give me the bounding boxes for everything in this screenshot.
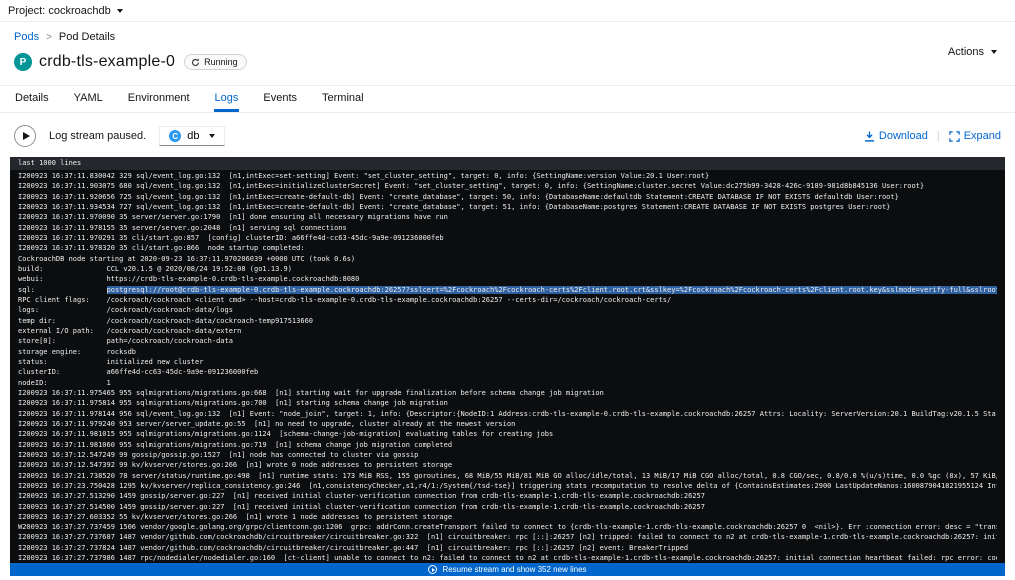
caret-down-icon [991,50,997,54]
log-stream-status: Log stream paused. [49,130,146,142]
container-selector-value: db [187,130,199,142]
log-line: I200923 16:37:11.920656 725 sql/event_lo… [18,192,997,202]
toolbar-link-separator: | [937,130,940,142]
log-line: I200923 16:37:11.970291 35 cli/start.go:… [18,233,997,243]
log-line: build: CCL v20.1.5 @ 2020/08/24 19:52:08… [18,264,997,274]
project-selector[interactable]: Project: cockroachdb [8,5,123,17]
play-circle-icon [428,565,437,574]
resume-stream-label: Resume stream and show 352 new lines [442,565,586,574]
log-toolbar-right: Download | Expand [864,130,1001,142]
play-button[interactable] [14,125,36,147]
log-line: temp dir: /cockroach/cockroach-data/cock… [18,316,997,326]
log-selection-highlight: postgresql://root@crdb-tls-example-0.crd… [107,286,997,294]
log-line: I200923 16:37:11.934534 727 sql/event_lo… [18,202,997,212]
log-line: I200923 16:37:11.978320 35 cli/start.go:… [18,243,997,253]
actions-dropdown[interactable]: Actions [948,46,997,58]
page-title: crdb-tls-example-0 [39,53,175,71]
log-line: CockroachDB node starting at 2020-09-23 … [18,254,997,264]
breadcrumb: Pods > Pod Details [14,31,999,43]
log-line: I200923 16:37:11.981060 955 sqlmigration… [18,440,997,450]
tab-events[interactable]: Events [262,86,298,112]
caret-down-icon [209,134,215,138]
log-line: I200923 16:37:11.830042 329 sql/event_lo… [18,171,997,181]
container-selector[interactable]: C db [159,126,225,146]
log-line: I200923 16:37:27.737824 1487 vendor/gith… [18,543,997,553]
log-line: I200923 16:37:23.750428 1295 kv/kvserver… [18,481,997,491]
log-line: I200923 16:37:21.738520 78 server/status… [18,471,997,481]
log-line: I200923 16:37:11.981015 955 sqlmigration… [18,429,997,439]
project-bar: Project: cockroachdb [0,0,1015,22]
expand-icon [949,131,960,142]
breadcrumb-pods-link[interactable]: Pods [14,31,39,43]
log-output[interactable]: I200923 16:37:11.830042 329 sql/event_lo… [10,170,1005,563]
log-line: clusterID: a66ffe4d-cc63-45dc-9a9e-09123… [18,367,997,377]
log-line: status: initialized new cluster [18,357,997,367]
project-selector-label: Project: cockroachdb [8,5,111,17]
log-toolbar: Log stream paused. C db Download | Expan… [14,123,1001,149]
log-line: I200923 16:37:27.737687 1487 vendor/gith… [18,532,997,542]
status-badge-label: Running [204,57,238,67]
log-line: I200923 16:37:11.975465 955 sqlmigration… [18,388,997,398]
play-icon [23,132,30,140]
tab-details[interactable]: Details [14,86,50,112]
actions-dropdown-label: Actions [948,46,984,58]
log-line: RPC client flags: /cockroach/cockroach <… [18,295,997,305]
tab-terminal[interactable]: Terminal [321,86,365,112]
pod-icon: P [14,53,32,71]
download-button[interactable]: Download [864,130,928,142]
log-line: I200923 16:37:27.737986 1487 rpc/nodedia… [18,553,997,563]
log-line: logs: /cockroach/cockroach-data/logs [18,305,997,315]
tab-yaml[interactable]: YAML [73,86,104,112]
log-line: W200923 16:37:27.737459 1506 vendor/goog… [18,522,997,532]
log-line: I200923 16:37:11.970090 35 server/server… [18,212,997,222]
resume-stream-button[interactable]: Resume stream and show 352 new lines [10,563,1005,576]
log-line: I200923 16:37:27.513290 1459 gossip/serv… [18,491,997,501]
breadcrumb-current: Pod Details [59,31,115,43]
breadcrumb-separator: > [46,32,52,43]
log-line: webui: https://crdb-tls-example-0.crdb-t… [18,274,997,284]
tab-environment[interactable]: Environment [127,86,191,112]
log-line: I200923 16:37:11.978155 35 server/server… [18,223,997,233]
log-line-count: last 1000 lines [10,157,1005,170]
log-line: external I/O path: /cockroach/cockroach-… [18,326,997,336]
tab-bar: Details YAML Environment Logs Events Terminal [0,85,1015,113]
sync-icon [191,58,200,67]
log-line: I200923 16:37:27.603352 55 kv/kvserver/s… [18,512,997,522]
log-line: I200923 16:37:11.979240 953 server/serve… [18,419,997,429]
log-line: I200923 16:37:12.547249 99 gossip/gossip… [18,450,997,460]
log-line: I200923 16:37:27.514500 1459 gossip/serv… [18,502,997,512]
log-line: I200923 16:37:11.978144 956 sql/event_lo… [18,409,997,419]
log-line: sql: postgresql://root@crdb-tls-example-… [18,285,997,295]
log-line: I200923 16:37:11.975814 955 sqlmigration… [18,398,997,408]
log-line: nodeID: 1 [18,378,997,388]
log-line: storage engine: rocksdb [18,347,997,357]
caret-down-icon [117,9,123,13]
tab-logs[interactable]: Logs [214,86,240,112]
download-button-label: Download [879,130,928,142]
expand-button-label: Expand [964,130,1001,142]
container-icon: C [169,130,181,142]
log-line: I200923 16:37:12.547392 99 kv/kvserver/s… [18,460,997,470]
title-row: P crdb-tls-example-0 Running [14,51,999,73]
log-line: I200923 16:37:11.903075 680 sql/event_lo… [18,181,997,191]
download-icon [864,131,875,142]
status-badge: Running [184,54,247,70]
expand-button[interactable]: Expand [949,130,1001,142]
log-line: store[0]: path=/cockroach/cockroach-data [18,336,997,346]
page-header: Pods > Pod Details P crdb-tls-example-0 … [0,22,1015,73]
log-panel: last 1000 lines I200923 16:37:11.830042 … [10,157,1005,576]
